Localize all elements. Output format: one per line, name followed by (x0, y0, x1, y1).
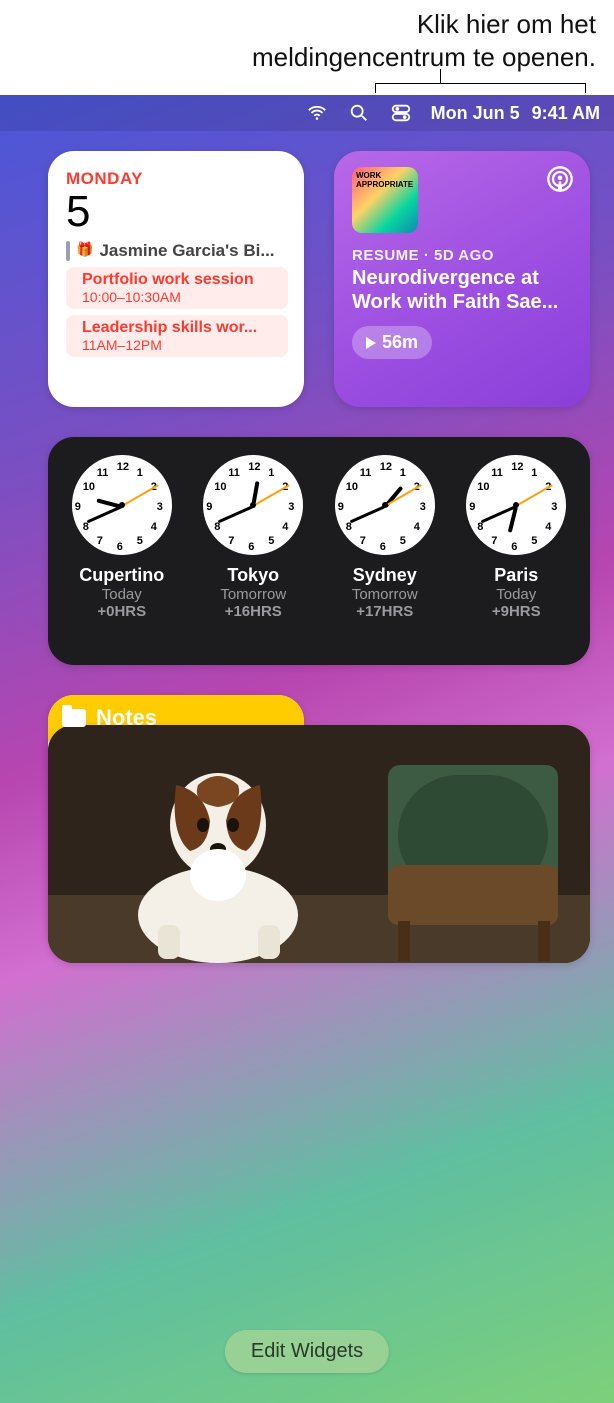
city-name: Cupertino (79, 565, 164, 586)
city-name: Paris (494, 565, 538, 586)
calendar-event-1: Leadership skills wor... 11AM–12PM (66, 315, 288, 357)
widget-grid: MONDAY 5 🎁 Jasmine Garcia's Bi... Portfo… (48, 151, 600, 981)
gift-icon: 🎁 (76, 241, 93, 258)
city-offset: +17HRS (356, 603, 413, 620)
menu-bar: Mon Jun 5 9:41 AM (0, 95, 614, 131)
clock-face: 121234567891011 (203, 455, 303, 555)
podcast-play-button[interactable]: 56m (352, 326, 432, 359)
spotlight-search-icon[interactable] (347, 101, 371, 125)
city-name: Tokyo (227, 565, 279, 586)
city-day: Tomorrow (220, 586, 286, 603)
photos-widget[interactable] (48, 725, 590, 963)
callout-bracket (0, 77, 600, 95)
clock-face: 121234567891011 (72, 455, 172, 555)
city-offset: +9HRS (492, 603, 541, 620)
clock-face: 121234567891011 (335, 455, 435, 555)
clock-face: 121234567891011 (466, 455, 566, 555)
calendar-event-1-title: Leadership skills wor... (82, 319, 257, 337)
world-clock-city-2: 121234567891011 SydneyTomorrow+17HRS (320, 455, 450, 620)
podcasts-widget[interactable]: RESUME · 5D AGO Neurodivergence at Work … (334, 151, 590, 407)
edit-widgets-label: Edit Widgets (251, 1340, 363, 1362)
desktop: Mon Jun 5 9:41 AM MONDAY 5 🎁 Jasmine Gar… (0, 95, 614, 1403)
calendar-day-number: 5 (66, 187, 288, 237)
menu-bar-time: 9:41 AM (532, 103, 600, 124)
podcast-meta: RESUME · 5D AGO (352, 247, 572, 264)
callout-text: Klik hier om het meldingencentrum te ope… (0, 0, 614, 73)
world-clock-city-0: 121234567891011 CupertinoToday+0HRS (57, 455, 187, 620)
edit-widgets-button[interactable]: Edit Widgets (225, 1330, 389, 1373)
calendar-widget[interactable]: MONDAY 5 🎁 Jasmine Garcia's Bi... Portfo… (48, 151, 304, 407)
calendar-day-of-week: MONDAY (66, 169, 288, 189)
calendar-event-0-title: Portfolio work session (82, 271, 254, 289)
menu-bar-date: Mon Jun 5 (431, 103, 520, 124)
city-day: Today (496, 586, 536, 603)
play-icon (366, 337, 376, 349)
calendar-event-0-time: 10:00–10:30AM (82, 289, 254, 305)
calendar-birthday-title: Jasmine Garcia's Bi... (99, 241, 288, 261)
podcast-duration: 56m (382, 332, 418, 353)
world-clock-widget[interactable]: 121234567891011CupertinoToday+0HRS121234… (48, 437, 590, 665)
world-clock-city-1: 121234567891011 TokyoTomorrow+16HRS (188, 455, 318, 620)
control-center-icon[interactable] (389, 101, 413, 125)
callout-line2: meldingencentrum te openen. (18, 41, 596, 74)
city-name: Sydney (353, 565, 417, 586)
callout-line1: Klik hier om het (18, 8, 596, 41)
wifi-icon[interactable] (305, 101, 329, 125)
calendar-event-0: Portfolio work session 10:00–10:30AM (66, 267, 288, 309)
city-offset: +16HRS (225, 603, 282, 620)
podcast-title: Neurodivergence at Work with Faith Sae..… (352, 266, 572, 314)
city-day: Today (102, 586, 142, 603)
world-clock-city-3: 121234567891011 ParisToday+9HRS (451, 455, 581, 620)
city-day: Tomorrow (352, 586, 418, 603)
calendar-event-1-time: 11AM–12PM (82, 337, 257, 353)
city-offset: +0HRS (97, 603, 146, 620)
menu-bar-clock[interactable]: Mon Jun 5 9:41 AM (431, 103, 600, 124)
podcasts-icon (546, 165, 574, 198)
folder-icon (62, 709, 86, 727)
podcast-cover-art (352, 167, 418, 233)
calendar-birthday-row: 🎁 Jasmine Garcia's Bi... (66, 241, 288, 261)
